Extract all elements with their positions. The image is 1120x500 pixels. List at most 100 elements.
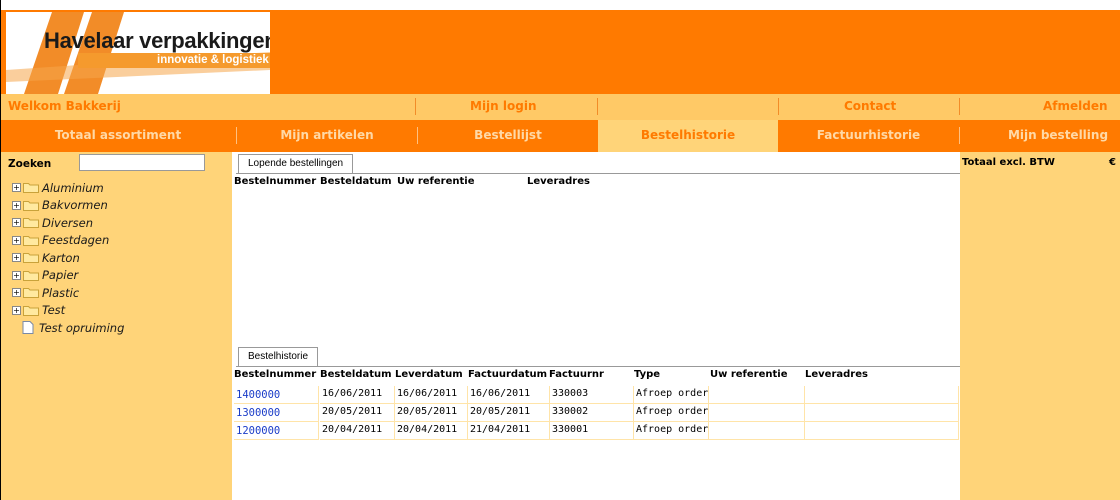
- logo-brand-text: Havelaar verpakkingen: [44, 28, 270, 53]
- table-cell-address: [805, 422, 959, 440]
- search-input[interactable]: [79, 154, 205, 171]
- table-cell-delivered: 20/05/2011: [395, 404, 468, 422]
- table-cell-ref: [709, 404, 805, 422]
- tab-total-assortment[interactable]: Totaal assortiment: [0, 120, 236, 152]
- column-header: Uw referentie: [397, 176, 475, 187]
- main-content: Lopende bestellingen Bestelnummer Bestel…: [232, 152, 960, 500]
- top-band: [0, 0, 1120, 10]
- tab-my-articles[interactable]: Mijn artikelen: [237, 120, 417, 152]
- nav-separator: [597, 98, 598, 115]
- table-cell-delivered: 16/06/2011: [395, 386, 468, 404]
- app-window: Havelaar verpakkingen innovatie & logist…: [0, 0, 1120, 500]
- tree-item-label: Plastic: [42, 285, 80, 300]
- column-header: Besteldatum: [320, 176, 392, 187]
- cell-text: 20/04/2011: [322, 424, 383, 435]
- tree-item[interactable]: + Plastic: [12, 284, 124, 302]
- folder-icon: [23, 183, 39, 194]
- table-cell-address: [805, 386, 959, 404]
- cell-text: [805, 424, 807, 435]
- nav-separator: [959, 98, 960, 115]
- tree-item[interactable]: + Feestdagen: [12, 232, 124, 250]
- cell-text: 16/06/2011: [470, 388, 531, 399]
- tree-item[interactable]: + Papier: [12, 267, 124, 285]
- table-row: 1200000 20/04/2011 20/04/2011 21/04/2011 330…: [234, 422, 959, 440]
- cell-text: 20/05/2011: [397, 406, 458, 417]
- column-header: Leverdatum: [395, 369, 463, 380]
- column-header: Type: [634, 369, 661, 380]
- expand-icon[interactable]: +: [12, 200, 21, 210]
- table-cell-type: Afroep order: [634, 422, 709, 440]
- column-header: Factuurdatum: [468, 369, 548, 380]
- cell-text: [709, 388, 711, 399]
- total-excl-vat-label: Totaal excl. BTW: [962, 157, 1055, 168]
- folder-icon: [23, 218, 39, 229]
- cell-text: 16/06/2011: [397, 388, 458, 399]
- table-cell-order: 1400000: [234, 386, 319, 404]
- cell-text: Afroep order: [636, 388, 709, 399]
- my-login-link[interactable]: Mijn login: [470, 94, 537, 120]
- table-cell-ordered: 16/06/2011: [320, 386, 395, 404]
- tree-item[interactable]: + Test: [12, 302, 124, 320]
- welcome-text: Welkom Bakkerij: [8, 99, 121, 113]
- order-number-link[interactable]: 1300000: [234, 407, 280, 419]
- table-cell-type: Afroep order: [634, 386, 709, 404]
- tab-order-list[interactable]: Bestellijst: [418, 120, 598, 152]
- tree-item[interactable]: Test opruiming: [12, 319, 124, 337]
- contact-link[interactable]: Contact: [844, 94, 896, 120]
- folder-icon: [23, 305, 39, 316]
- tree-item-label: Karton: [42, 250, 80, 265]
- tree-item-label: Test opruiming: [39, 320, 125, 335]
- category-tree: + Aluminium + Bakvormen + Diversen + Feestdagen…: [12, 179, 124, 337]
- tree-item[interactable]: + Aluminium: [12, 179, 124, 197]
- table-cell-invoiced: 21/04/2011: [468, 422, 550, 440]
- table-cell-ref: [709, 422, 805, 440]
- tree-item[interactable]: + Karton: [12, 249, 124, 267]
- column-header: Leveradres: [527, 176, 590, 187]
- expand-icon[interactable]: +: [12, 305, 21, 315]
- folder-icon: [23, 200, 39, 211]
- cell-text: Afroep order: [636, 406, 709, 417]
- nav-separator: [778, 98, 779, 115]
- table-row: 1300000 20/05/2011 20/05/2011 20/05/2011 330…: [234, 404, 959, 422]
- tab-my-order[interactable]: Mijn bestelling: [960, 120, 1120, 152]
- tab-order-history[interactable]: Bestelhistorie: [598, 120, 778, 152]
- order-number-link[interactable]: 1400000: [234, 389, 280, 401]
- expand-icon[interactable]: +: [12, 183, 21, 193]
- cell-text: [709, 424, 711, 435]
- tab-order-history-panel[interactable]: Bestelhistorie: [238, 347, 319, 366]
- nav-separator: [415, 98, 416, 115]
- tree-item-label: Papier: [42, 268, 79, 283]
- expand-icon[interactable]: +: [12, 235, 21, 245]
- table-row: 1400000 16/06/2011 16/06/2011 16/06/2011 330…: [234, 386, 959, 404]
- folder-icon: [23, 288, 39, 299]
- table-cell-ordered: 20/04/2011: [320, 422, 395, 440]
- logout-link[interactable]: Afmelden: [1043, 94, 1108, 120]
- search-label: Zoeken: [8, 158, 52, 170]
- tab-current-orders[interactable]: Lopende bestellingen: [238, 154, 354, 173]
- expand-icon[interactable]: +: [12, 288, 21, 298]
- table-cell-ordered: 20/05/2011: [320, 404, 395, 422]
- cell-text: [805, 388, 807, 399]
- column-header: Besteldatum: [320, 369, 392, 380]
- tab-invoice-history[interactable]: Factuurhistorie: [778, 120, 959, 152]
- cell-text: 21/04/2011: [470, 424, 531, 435]
- column-header: Uw referentie: [710, 369, 788, 380]
- table-cell-invoiced: 16/06/2011: [468, 386, 550, 404]
- column-header: Bestelnummer: [234, 176, 317, 187]
- current-orders-tabstrip: Lopende bestellingen: [236, 153, 960, 174]
- table-cell-invoice: 330003: [550, 386, 634, 404]
- tree-item-label: Diversen: [42, 215, 94, 230]
- logo[interactable]: Havelaar verpakkingen innovatie & logist…: [6, 12, 270, 94]
- tree-item-label: Bakvormen: [42, 198, 108, 213]
- table-cell-invoiced: 20/05/2011: [468, 404, 550, 422]
- tree-item[interactable]: + Diversen: [12, 214, 124, 232]
- tree-item[interactable]: + Bakvormen: [12, 197, 124, 215]
- expand-icon[interactable]: +: [12, 218, 21, 228]
- cell-text: 20/05/2011: [470, 406, 531, 417]
- tree-item-label: Aluminium: [42, 180, 104, 195]
- expand-icon[interactable]: +: [12, 270, 21, 280]
- folder-icon: [23, 270, 39, 281]
- expand-icon[interactable]: +: [12, 253, 21, 263]
- folder-icon: [23, 253, 39, 264]
- order-number-link[interactable]: 1200000: [234, 425, 280, 437]
